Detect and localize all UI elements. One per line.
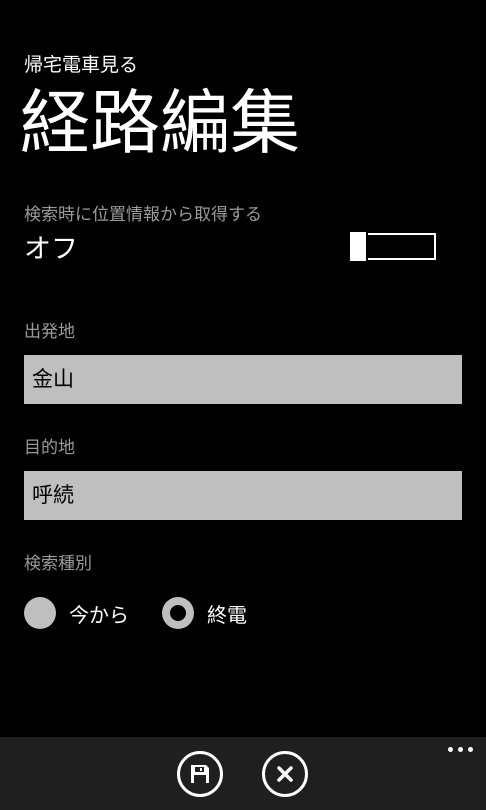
- save-icon: [191, 765, 209, 783]
- save-button[interactable]: [177, 751, 223, 797]
- app-title: 帰宅電車見る: [24, 54, 139, 76]
- ellipsis-icon[interactable]: [446, 741, 476, 755]
- destination-input[interactable]: 呼続: [24, 471, 462, 520]
- radio-button-selected[interactable]: [162, 597, 194, 629]
- toggle-thumb[interactable]: [348, 230, 368, 263]
- location-toggle-state: オフ: [24, 234, 78, 265]
- location-setting-label: 検索時に位置情報から取得する: [24, 205, 262, 225]
- radio-option-now[interactable]: 今から: [24, 596, 129, 630]
- radio-option-last-train[interactable]: 終電: [162, 596, 247, 630]
- radio-selected-dot: [170, 605, 186, 621]
- departure-label: 出発地: [24, 322, 75, 342]
- destination-label: 目的地: [24, 438, 75, 458]
- search-type-label: 検索種別: [24, 554, 92, 574]
- app-bar: [0, 737, 486, 810]
- toggle-track: [366, 233, 436, 260]
- radio-button-unselected[interactable]: [24, 597, 56, 629]
- departure-input[interactable]: 金山: [24, 355, 462, 404]
- cancel-button[interactable]: [262, 751, 308, 797]
- radio-label-last-train: 終電: [207, 602, 247, 627]
- page-title: 経路編集: [20, 82, 300, 164]
- cancel-icon: [277, 766, 293, 782]
- radio-label-now: 今から: [69, 602, 129, 627]
- location-toggle-switch[interactable]: [348, 230, 438, 263]
